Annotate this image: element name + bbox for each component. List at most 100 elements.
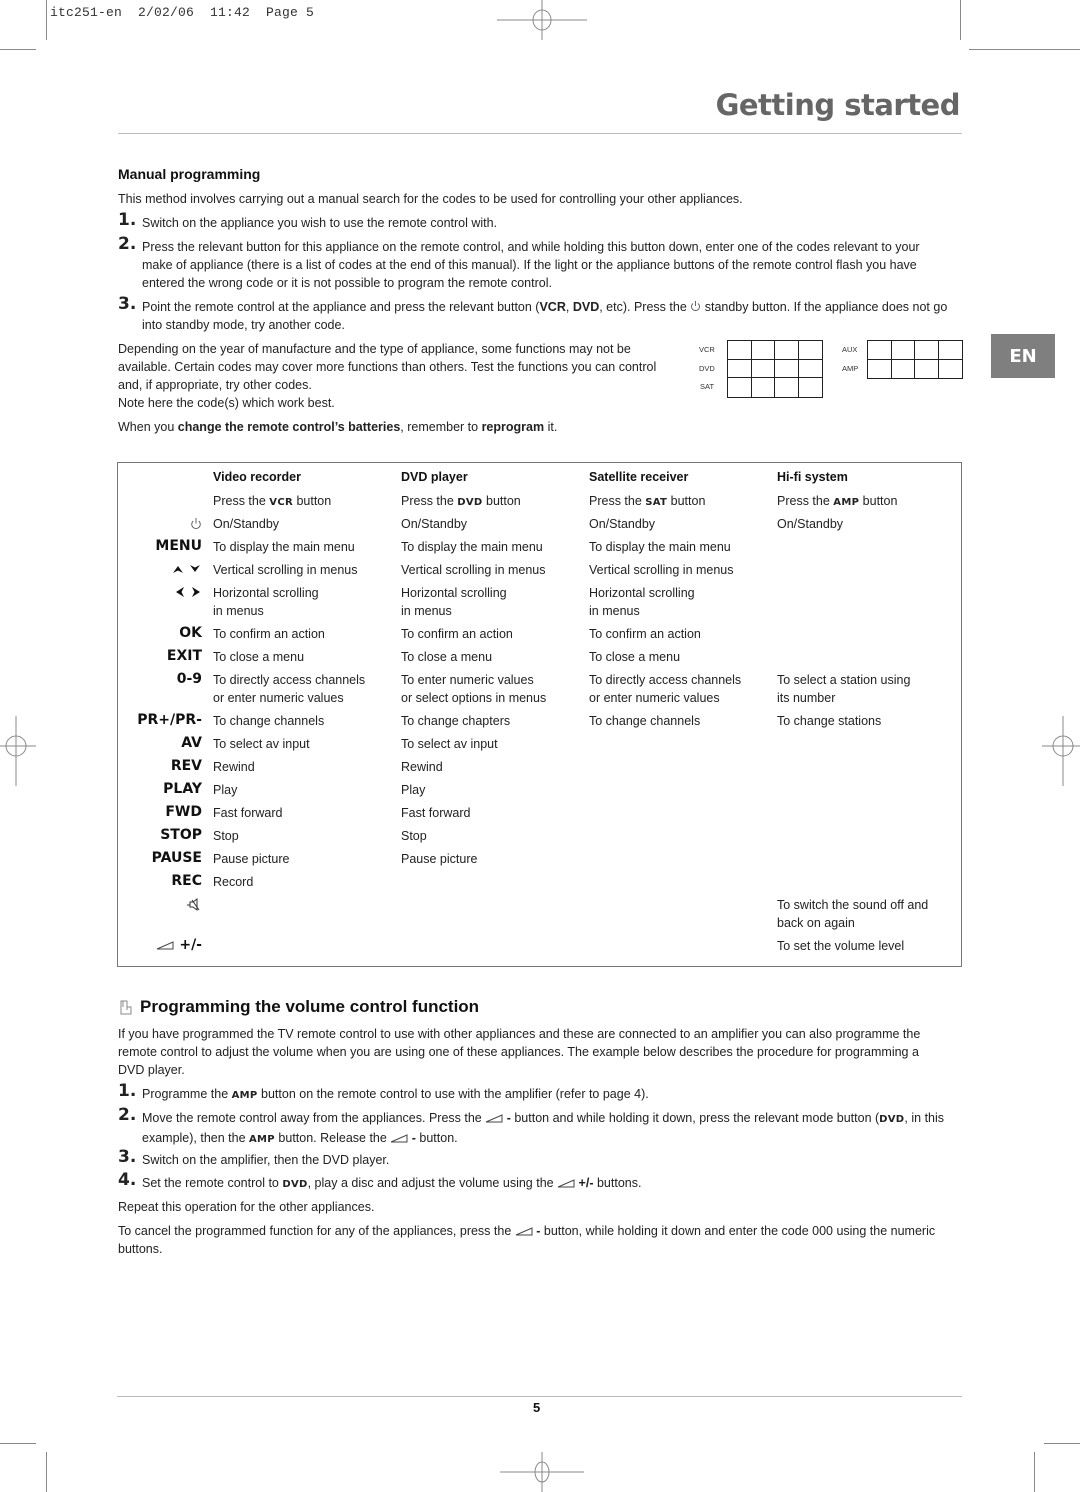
table-row: EXIT To close a menu To close a menu To clo… — [118, 648, 961, 666]
step-number: 2. — [118, 234, 137, 254]
code-digit-box[interactable] — [891, 341, 915, 360]
volume-icon — [391, 1134, 408, 1143]
code-digit-box[interactable] — [868, 341, 892, 360]
table-row: 0-9 To directly access channels or enter … — [118, 671, 961, 707]
key-label: +/- — [174, 937, 202, 953]
crop-mark — [46, 0, 47, 40]
code-digit-box[interactable] — [915, 341, 939, 360]
section-heading: Manual programming — [118, 166, 261, 182]
table-row: STOP Stop Stop — [118, 827, 961, 845]
volume-step-3: 3. Switch on the amplifier, then the DVD… — [118, 1147, 958, 1169]
table-row: Horizontal scrolling in menus Horizontal … — [118, 584, 961, 620]
crop-mark — [0, 1443, 36, 1444]
table-row: REV Rewind Rewind — [118, 758, 961, 776]
code-digit-box[interactable] — [751, 341, 775, 360]
code-digit-box[interactable] — [775, 341, 799, 360]
key-sat: SAT — [645, 497, 668, 508]
table-row: +/- To set the volume level — [118, 937, 961, 955]
code-digit-box[interactable] — [798, 360, 822, 378]
table-cell: On/Standby — [589, 517, 656, 531]
emphasis: change the remote control’s batteries — [177, 420, 401, 434]
table-cell: On/Standby — [777, 517, 844, 531]
text: When you — [118, 420, 178, 434]
press-button-instruction: Press the SAT button — [589, 492, 705, 512]
step-number: 3. — [118, 1147, 137, 1167]
text: button — [859, 494, 898, 508]
step-text: button. — [419, 1131, 458, 1145]
column-header-hifi-system: Hi-fi system — [777, 470, 848, 484]
table-cell: On/Standby — [401, 517, 468, 531]
hand-pointer-icon — [120, 1000, 132, 1014]
step-text: Switch on the amplifier, then the DVD pl… — [142, 1153, 390, 1167]
step-3: 3. Point the remote control at the appli… — [118, 295, 963, 334]
code-digit-box[interactable] — [892, 359, 915, 378]
table-cell: Pause picture — [213, 852, 290, 866]
table-row: AV To select av input To select av input — [118, 735, 961, 753]
table-row: PR+/PR- To change channels To change chapt… — [118, 712, 961, 730]
text: button — [482, 494, 521, 508]
text: button — [667, 494, 706, 508]
step-2: 2. Press the relevant button for this ap… — [118, 234, 938, 292]
code-digit-box[interactable] — [868, 359, 892, 378]
code-label-vcr: VCR — [699, 345, 715, 354]
table-cell: To switch the sound off and back on agai… — [777, 898, 929, 930]
volume-step-2: 2. Move the remote control away from the… — [118, 1106, 963, 1149]
text: , remember to — [400, 420, 482, 434]
emphasis: reprogram — [481, 420, 545, 434]
code-grid-vcr-dvd-sat — [727, 340, 823, 398]
step-text: button on the remote control to use with… — [257, 1087, 649, 1101]
mute-icon — [112, 898, 202, 916]
code-digit-box[interactable] — [728, 378, 752, 397]
cancel-note: To cancel the programmed function for an… — [118, 1222, 963, 1258]
table-cell: Vertical scrolling in menus — [589, 563, 734, 577]
key-dvd: DVD — [457, 497, 483, 508]
table-cell: Vertical scrolling in menus — [401, 563, 546, 577]
volume-step-4: 4. Set the remote control to DVD, play a… — [118, 1171, 958, 1194]
language-badge: EN — [991, 334, 1055, 378]
code-digit-box[interactable] — [798, 341, 822, 360]
table-cell: Rewind — [213, 760, 255, 774]
volume-icon — [515, 1227, 533, 1236]
code-label-aux: AUX — [842, 345, 858, 354]
code-digit-box[interactable] — [939, 360, 963, 379]
up-down-arrows-icon — [112, 563, 202, 579]
code-label-amp: AMP — [842, 364, 859, 373]
volume-icon — [557, 1179, 575, 1188]
volume-minus-label: - — [503, 1111, 515, 1125]
key-label-exit: EXIT — [166, 648, 202, 664]
key-dvd: DVD — [282, 1179, 308, 1190]
code-digit-box[interactable] — [751, 359, 775, 378]
code-digit-box[interactable] — [799, 378, 823, 397]
code-digit-box[interactable] — [775, 359, 799, 378]
table-cell: Stop — [401, 829, 427, 843]
table-cell: To display the main menu — [589, 540, 731, 554]
table-cell: Horizontal scrolling in menus — [213, 586, 319, 618]
volume-step-1: 1. Programme the AMP button on the remot… — [118, 1082, 958, 1105]
code-digit-box[interactable] — [728, 341, 752, 360]
code-digit-box[interactable] — [728, 359, 752, 378]
table-row: On/Standby On/Standby On/Standby On/Standby — [118, 515, 961, 533]
table-cell: Fast forward — [401, 806, 471, 820]
crop-mark — [969, 49, 1080, 50]
table-cell: To directly access channels or enter num… — [589, 673, 742, 705]
footer-rule — [117, 1396, 962, 1397]
volume-intro: If you have programmed the TV remote con… — [118, 1027, 921, 1077]
table-cell: To close a menu — [589, 650, 681, 664]
table-cell: Horizontal scrolling in menus — [589, 586, 695, 618]
code-digit-box[interactable] — [775, 378, 799, 397]
code-digit-box[interactable] — [915, 359, 939, 378]
key-label-fwd: FWD — [165, 804, 202, 820]
code-digit-box[interactable] — [752, 378, 775, 397]
code-grid-aux-amp — [867, 340, 963, 379]
key-label-av: AV — [181, 735, 202, 751]
table-cell: To select av input — [213, 737, 310, 751]
volume-icon: +/- — [112, 937, 202, 953]
key-label-rec: REC — [171, 873, 202, 889]
step-text: , play a disc and adjust the volume usin… — [307, 1176, 558, 1190]
code-digit-box[interactable] — [938, 341, 962, 360]
step-text: Move the remote control away from the ap… — [142, 1111, 486, 1125]
table-cell: Play — [213, 783, 238, 797]
step-text: , — [565, 300, 573, 314]
step-text: button. Release the — [274, 1131, 391, 1145]
table-cell: To change channels — [589, 714, 701, 728]
